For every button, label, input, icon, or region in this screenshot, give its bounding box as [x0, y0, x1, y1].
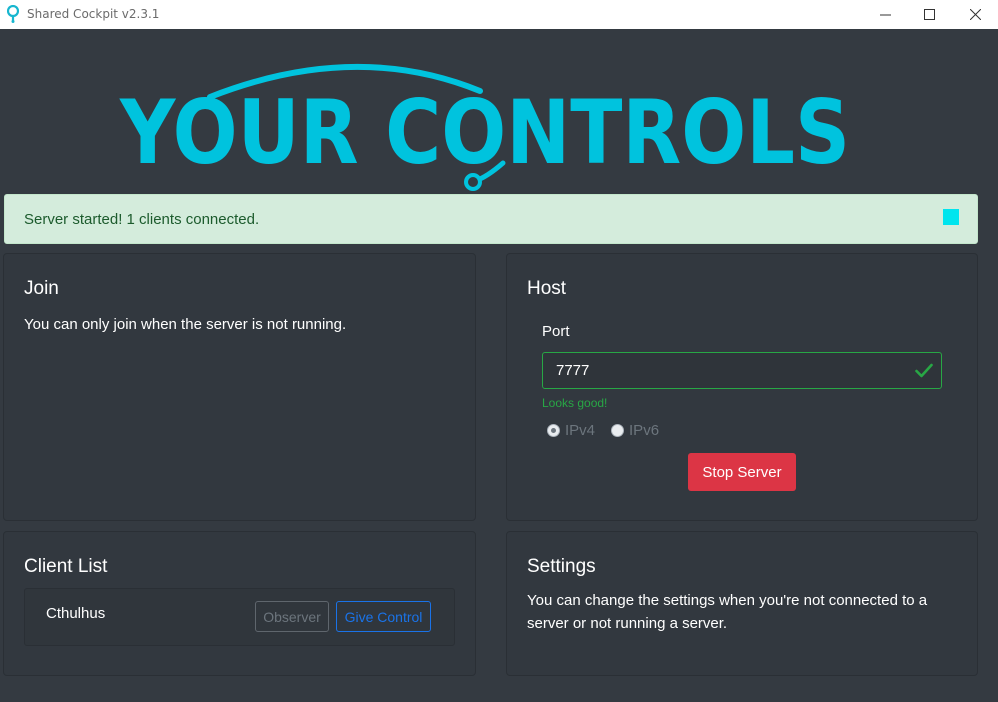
- port-input[interactable]: [542, 352, 942, 389]
- list-item: Cthulhus Observer Give Control: [24, 588, 455, 646]
- minimize-icon: [879, 14, 891, 16]
- client-list-card: Client List Cthulhus Observer Give Contr…: [3, 531, 476, 676]
- join-card: Join You can only join when the server i…: [3, 253, 476, 521]
- client-list-title: Client List: [24, 556, 108, 577]
- port-feedback: Looks good!: [542, 396, 608, 410]
- settings-card: Settings You can change the settings whe…: [506, 531, 978, 676]
- title-bar: Shared Cockpit v2.3.1: [0, 0, 998, 29]
- ipv6-radio[interactable]: [611, 424, 625, 437]
- ipv4-label: IPv4: [565, 422, 596, 439]
- ipv4-radio[interactable]: [547, 424, 560, 437]
- status-alert: Server started! 1 clients connected.: [4, 194, 978, 244]
- minimize-button[interactable]: [862, 0, 908, 29]
- give-control-button[interactable]: Give Control: [336, 601, 431, 632]
- your-controls-logo: YOUR CONTROLS: [119, 63, 850, 191]
- ip-version-group: IPv4 IPv6: [547, 422, 675, 439]
- logo-text: YOUR CONTROLS: [119, 81, 850, 184]
- map-pin-icon: [7, 5, 19, 23]
- alert-message: Server started! 1 clients connected.: [24, 211, 260, 228]
- settings-title: Settings: [527, 556, 596, 577]
- join-message: You can only join when the server is not…: [24, 316, 347, 333]
- host-card: Host Port Looks good! IPv4 IPv6 Stop Ser…: [506, 253, 978, 521]
- stop-server-button[interactable]: Stop Server: [688, 453, 796, 491]
- close-icon: [969, 9, 981, 20]
- window-title: Shared Cockpit v2.3.1: [27, 7, 160, 21]
- maximize-icon: [923, 9, 935, 20]
- observer-button[interactable]: Observer: [255, 601, 329, 632]
- settings-message: You can change the settings when you're …: [527, 592, 928, 632]
- port-label: Port: [542, 323, 570, 340]
- client-name: Cthulhus: [46, 605, 106, 622]
- stop-square-icon[interactable]: [943, 209, 959, 225]
- checkmark-icon: [915, 363, 933, 378]
- host-title: Host: [527, 278, 567, 299]
- maximize-button[interactable]: [906, 0, 952, 29]
- join-title: Join: [24, 278, 59, 299]
- close-button[interactable]: [952, 0, 998, 29]
- ipv6-label: IPv6: [629, 422, 660, 439]
